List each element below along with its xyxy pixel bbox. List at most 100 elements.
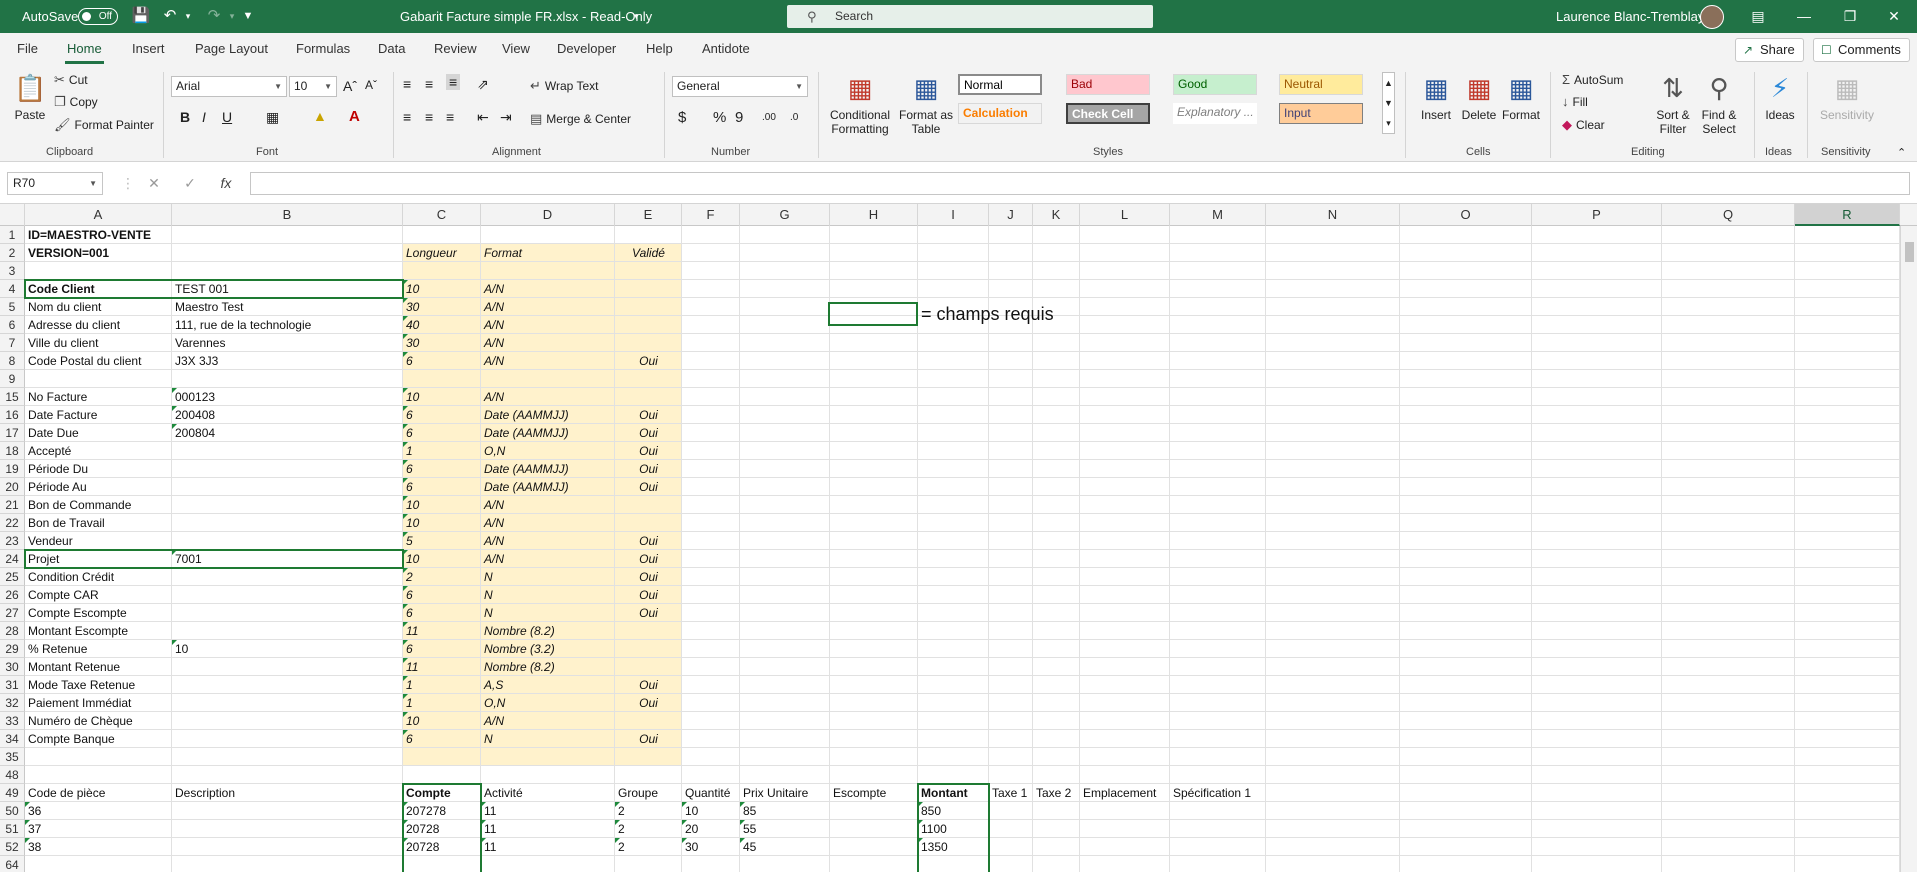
cell-a1[interactable]: ID=MAESTRO-VENTE (25, 226, 151, 244)
cell-d24[interactable]: A/N (481, 550, 504, 568)
style-neutral[interactable]: Neutral (1279, 74, 1363, 95)
bold-button[interactable]: B (180, 109, 190, 125)
cell-a8[interactable]: Code Postal du client (25, 352, 141, 370)
formula-input[interactable] (250, 172, 1910, 195)
cell-c7[interactable]: 30 (403, 334, 419, 352)
column-header-p[interactable]: P (1532, 204, 1662, 226)
cell-d32[interactable]: O,N (481, 694, 505, 712)
cell-h49[interactable]: Escompte (830, 784, 886, 802)
row-header-51[interactable]: 51 (0, 820, 25, 838)
cancel-icon[interactable]: ✕ (142, 172, 166, 195)
cell-a17[interactable]: Date Due (25, 424, 79, 442)
vertical-scrollbar[interactable] (1900, 226, 1917, 872)
row-header-9[interactable]: 9 (0, 370, 25, 388)
cell-c16[interactable]: 6 (403, 406, 413, 424)
comma-style-button[interactable]: 9 (735, 109, 743, 126)
autosave-toggle[interactable]: Off (78, 8, 118, 25)
cell-a34[interactable]: Compte Banque (25, 730, 115, 748)
cell-a28[interactable]: Montant Escompte (25, 622, 128, 640)
cell-c8[interactable]: 6 (403, 352, 413, 370)
orientation-icon[interactable]: ⇗ (477, 76, 489, 93)
row-header-21[interactable]: 21 (0, 496, 25, 514)
decrease-font-icon[interactable]: Aˇ (365, 78, 377, 92)
cell-d30[interactable]: Nombre (8.2) (481, 658, 555, 676)
column-header-j[interactable]: J (989, 204, 1033, 226)
cell-b8[interactable]: J3X 3J3 (172, 352, 218, 370)
wrap-text-button[interactable]: ↵ Wrap Text (530, 78, 598, 94)
cell-d5[interactable]: A/N (481, 298, 504, 316)
select-all-corner[interactable] (0, 204, 25, 226)
minimize-icon[interactable]: — (1781, 0, 1827, 33)
cell-c25[interactable]: 2 (403, 568, 413, 586)
cell-b6[interactable]: 111, rue de la technologie (172, 316, 311, 334)
cell-c27[interactable]: 6 (403, 604, 413, 622)
column-header-e[interactable]: E (615, 204, 682, 226)
style-bad[interactable]: Bad (1066, 74, 1150, 95)
tab-view[interactable]: View (502, 41, 530, 56)
cell-d23[interactable]: A/N (481, 532, 504, 550)
cell-c5[interactable]: 30 (403, 298, 419, 316)
cell-a52[interactable]: 38 (25, 838, 41, 856)
cell-e8[interactable]: Oui (615, 352, 682, 370)
tab-insert[interactable]: Insert (132, 41, 165, 56)
cell-d16[interactable]: Date (AAMMJJ) (481, 406, 569, 424)
cell-f51[interactable]: 20 (682, 820, 698, 838)
row-header-23[interactable]: 23 (0, 532, 25, 550)
format-as-table-button[interactable]: ▦ Format as Table (898, 72, 954, 136)
cell-a29[interactable]: % Retenue (25, 640, 87, 658)
cell-c34[interactable]: 6 (403, 730, 413, 748)
cell-c18[interactable]: 1 (403, 442, 413, 460)
cell-c22[interactable]: 10 (403, 514, 419, 532)
cell-c26[interactable]: 6 (403, 586, 413, 604)
enter-icon[interactable]: ✓ (178, 172, 202, 195)
row-header-24[interactable]: 24 (0, 550, 25, 568)
fill-button[interactable]: ↓ Fill (1562, 94, 1588, 109)
row-header-5[interactable]: 5 (0, 298, 25, 316)
column-header-c[interactable]: C (403, 204, 481, 226)
italic-button[interactable]: I (202, 109, 206, 125)
underline-button[interactable]: U (222, 109, 232, 125)
cell-a33[interactable]: Numéro de Chèque (25, 712, 133, 730)
cell-a32[interactable]: Paiement Immédiat (25, 694, 131, 712)
row-header-22[interactable]: 22 (0, 514, 25, 532)
cell-c32[interactable]: 1 (403, 694, 413, 712)
cell-j49[interactable]: Taxe 1 (989, 784, 1027, 802)
row-header-1[interactable]: 1 (0, 226, 25, 244)
row-header-30[interactable]: 30 (0, 658, 25, 676)
font-family-combo[interactable]: Arial ▼ (171, 76, 287, 97)
redo-icon[interactable]: ↷ (204, 6, 224, 26)
row-header-2[interactable]: 2 (0, 244, 25, 262)
style-input[interactable]: Input (1279, 103, 1363, 124)
tab-help[interactable]: Help (646, 41, 673, 56)
format-cells-button[interactable]: ▦ Format (1500, 72, 1542, 122)
cell-c19[interactable]: 6 (403, 460, 413, 478)
sensitivity-button[interactable]: ▦ Sensitivity (1815, 72, 1879, 122)
cell-b7[interactable]: Varennes (172, 334, 225, 352)
column-header-b[interactable]: B (172, 204, 403, 226)
cell-d26[interactable]: N (481, 586, 493, 604)
column-header-l[interactable]: L (1080, 204, 1170, 226)
cell-e51[interactable]: 2 (615, 820, 625, 838)
cell-a20[interactable]: Période Au (25, 478, 87, 496)
increase-font-icon[interactable]: Aˆ (343, 78, 357, 94)
row-header-19[interactable]: 19 (0, 460, 25, 478)
cell-a50[interactable]: 36 (25, 802, 41, 820)
column-header-q[interactable]: Q (1662, 204, 1795, 226)
style-check-cell[interactable]: Check Cell (1066, 103, 1150, 124)
cell-c17[interactable]: 6 (403, 424, 413, 442)
cell-a2[interactable]: VERSION=001 (25, 244, 109, 262)
column-header-r[interactable]: R (1795, 204, 1900, 226)
cell-e49[interactable]: Groupe (615, 784, 658, 802)
cell-c24[interactable]: 10 (403, 550, 419, 568)
fill-color-icon[interactable]: ▲ (313, 108, 327, 124)
user-avatar[interactable] (1700, 5, 1724, 29)
undo-icon[interactable]: ↶ (160, 6, 180, 26)
cell-e24[interactable]: Oui (615, 550, 682, 568)
cell-c30[interactable]: 11 (403, 658, 418, 676)
insert-function-icon[interactable]: fx (214, 172, 238, 195)
row-header-20[interactable]: 20 (0, 478, 25, 496)
align-top-icon[interactable]: ≡ (403, 76, 411, 92)
cell-d29[interactable]: Nombre (3.2) (481, 640, 555, 658)
save-icon[interactable]: 💾 (131, 6, 151, 26)
column-header-d[interactable]: D (481, 204, 615, 226)
